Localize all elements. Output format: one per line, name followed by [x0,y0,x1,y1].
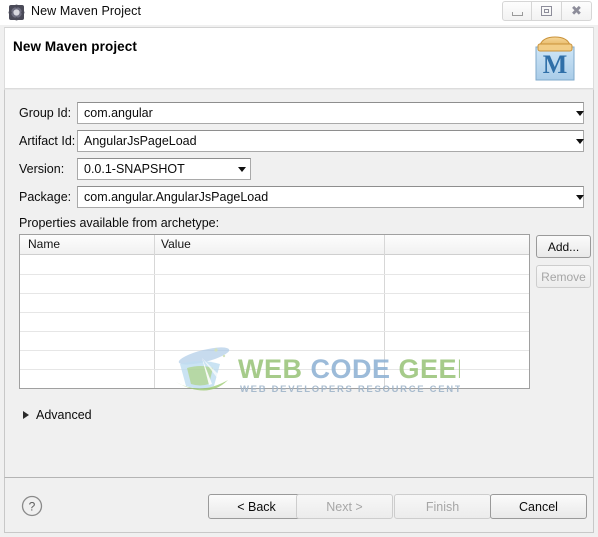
table-row[interactable] [20,350,529,351]
window-title: New Maven Project [31,4,142,18]
add-button[interactable]: Add... [536,235,591,258]
help-icon[interactable]: ? [21,495,43,517]
package-label: Package: [19,190,72,204]
minimize-button[interactable] [502,1,532,21]
remove-button: Remove [536,265,591,288]
table-row[interactable] [20,274,529,275]
field-package: Package: com.angular.AngularJsPageLoad [5,186,595,212]
restore-icon [541,6,552,16]
field-group-id: Group Id: com.angular [5,102,595,128]
table-header-row: Name Value [20,235,529,255]
advanced-section-toggle[interactable]: Advanced [23,408,92,422]
svg-text:?: ? [29,500,36,514]
table-row[interactable] [20,312,529,313]
table-row[interactable] [20,331,529,332]
cancel-button[interactable]: Cancel [490,494,587,519]
version-label: Version: [19,162,65,176]
page-title: New Maven project [13,39,137,54]
titlebar: New Maven Project ✖ [0,0,598,25]
artifact-id-input[interactable]: AngularJsPageLoad [77,130,584,152]
dialog-footer: ? < Back Next > Finish Cancel [4,477,594,533]
field-version: Version: 0.0.1-SNAPSHOT [5,158,595,184]
field-artifact-id: Artifact Id: AngularJsPageLoad [5,130,595,156]
column-header-name[interactable]: Name [28,237,60,251]
table-row[interactable] [20,369,529,370]
advanced-label: Advanced [36,408,92,422]
group-id-input[interactable]: com.angular [77,102,584,124]
window-controls: ✖ [502,1,592,21]
dialog-header: New Maven project M [4,27,594,89]
new-maven-project-dialog: New Maven Project ✖ New Maven project M … [0,0,598,537]
artifact-id-chevron-down-icon[interactable] [576,139,584,144]
minimize-icon [511,11,523,16]
close-icon: ✖ [571,3,582,19]
maven-logo-letter: M [543,50,568,79]
package-chevron-down-icon[interactable] [576,195,584,200]
table-row[interactable] [20,293,529,294]
properties-label: Properties available from archetype: [19,216,220,230]
gear-icon [8,4,25,21]
properties-table[interactable]: Name Value [19,234,530,389]
version-chevron-down-icon[interactable] [238,167,246,172]
restore-button[interactable] [532,1,562,21]
group-id-chevron-down-icon[interactable] [576,111,584,116]
artifact-id-label: Artifact Id: [19,134,76,148]
next-button: Next > [296,494,393,519]
version-input[interactable]: 0.0.1-SNAPSHOT [77,158,251,180]
finish-button: Finish [394,494,491,519]
column-header-value[interactable]: Value [161,237,191,251]
maven-logo-icon: M [527,32,583,84]
package-input[interactable]: com.angular.AngularJsPageLoad [77,186,584,208]
close-button[interactable]: ✖ [562,1,592,21]
group-id-label: Group Id: [19,106,72,120]
triangle-right-icon [23,411,29,419]
dialog-content: Group Id: com.angular Artifact Id: Angul… [4,89,594,477]
back-button[interactable]: < Back [208,494,305,519]
